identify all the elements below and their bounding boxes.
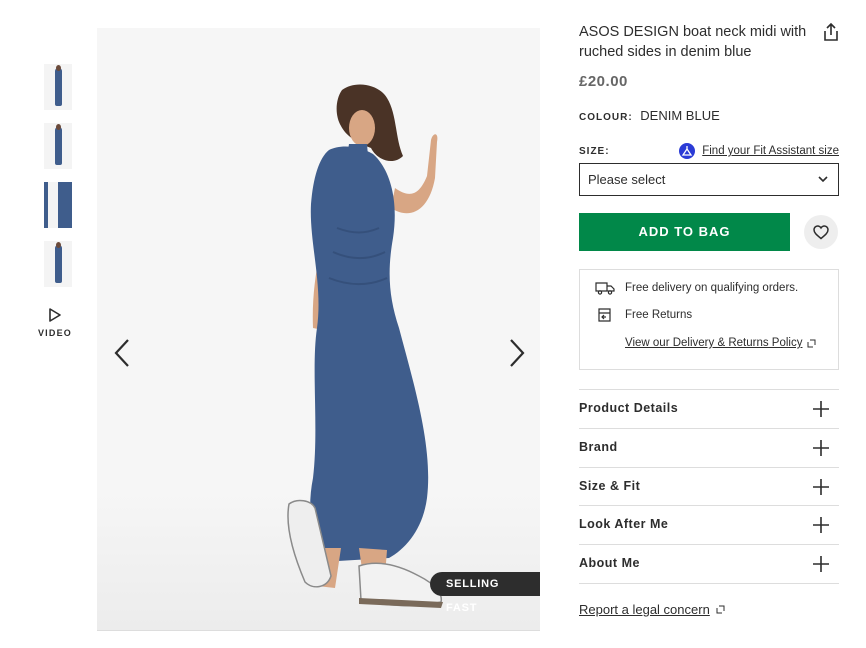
previous-image-button[interactable] [110,336,136,370]
heart-icon [813,224,829,239]
size-label: SIZE: [579,146,610,157]
truck-icon [595,282,615,295]
model-figure [55,68,62,106]
add-to-bag-button[interactable]: ADD TO BAG [579,213,790,251]
accordion-label: Look After Me [579,517,669,532]
accordion-label: Product Details [579,401,679,415]
video-label: VIDEO [37,328,72,338]
legal-link-label: Report a legal concern [579,601,710,617]
delivery-policy-link[interactable]: View our Delivery & Returns Policy [625,337,816,349]
product-price: £20.00 [579,73,628,90]
product-title: ASOS DESIGN boat neck midi with ruched s… [579,24,807,60]
chevron-right-icon [510,339,525,367]
delivery-box: Free delivery on qualifying orders. Free… [579,269,839,370]
model-figure [55,127,62,165]
chevron-down-icon [818,176,828,183]
fit-assistant-link[interactable]: Find your Fit Assistant size [679,143,839,159]
thumbnail-1[interactable] [44,64,72,110]
colour-row: COLOUR: DENIM BLUE [579,108,839,123]
accordion-about-me[interactable]: About Me [579,545,839,584]
accordion-label: Brand [579,439,618,454]
accordion-brand[interactable]: Brand [579,429,839,468]
external-link-icon [807,339,816,347]
size-select-value: Please select [588,172,666,187]
thumbnail-list [44,64,74,300]
model-head [56,124,61,130]
model-head [56,242,61,248]
external-link-icon [716,605,725,614]
share-button[interactable] [822,22,840,42]
chevron-left-icon [114,339,129,367]
thumbnail-3[interactable] [44,182,72,228]
free-returns-row: Free Returns [595,308,692,322]
plus-icon [813,517,829,534]
delivery-policy-label: View our Delivery & Returns Policy [625,337,803,349]
colour-label: COLOUR: [579,112,633,123]
size-select[interactable]: Please select [579,163,839,196]
free-delivery-row: Free delivery on qualifying orders. [595,281,798,295]
accordion-size-fit[interactable]: Size & Fit [579,468,839,507]
free-returns-text: Free Returns [625,309,693,321]
size-row: SIZE: Find your Fit Assistant size [579,143,839,161]
product-info: ASOS DESIGN boat neck midi with ruched s… [579,22,839,617]
video-button[interactable]: VIDEO [36,308,74,338]
accordion-product-details[interactable]: Product Details [579,390,839,429]
save-for-later-button[interactable] [804,215,838,249]
accordion-label: Size & Fit [579,478,641,493]
thumbnail-4[interactable] [44,241,72,287]
model-figure [55,245,62,283]
plus-icon [813,439,829,456]
plus-icon [813,478,829,495]
fit-assistant-label: Find your Fit Assistant size [702,145,839,157]
free-delivery-text: Free delivery on qualifying orders. [625,282,799,294]
accordion-look-after-me[interactable]: Look After Me [579,506,839,546]
model-illustration [287,84,443,608]
buy-row: ADD TO BAG [579,213,839,251]
fabric-detail [48,182,58,228]
colour-value: DENIM BLUE [640,108,720,123]
selling-fast-badge: SELLING FAST [430,572,540,614]
report-legal-concern-link[interactable]: Report a legal concern [579,602,839,617]
plus-icon [813,401,829,417]
model-head [56,65,61,71]
plus-icon [813,556,829,573]
share-icon [824,22,838,41]
accordion-label: About Me [579,556,640,571]
fit-assistant-icon [679,143,696,159]
thumbnail-2[interactable] [44,123,72,169]
returns-icon [598,308,611,322]
next-image-button[interactable] [503,336,529,370]
image-divider [97,630,540,631]
product-accordion: Product Details Brand Size & Fit Look Af… [579,389,839,584]
play-icon [49,308,61,322]
product-image[interactable] [97,28,540,630]
